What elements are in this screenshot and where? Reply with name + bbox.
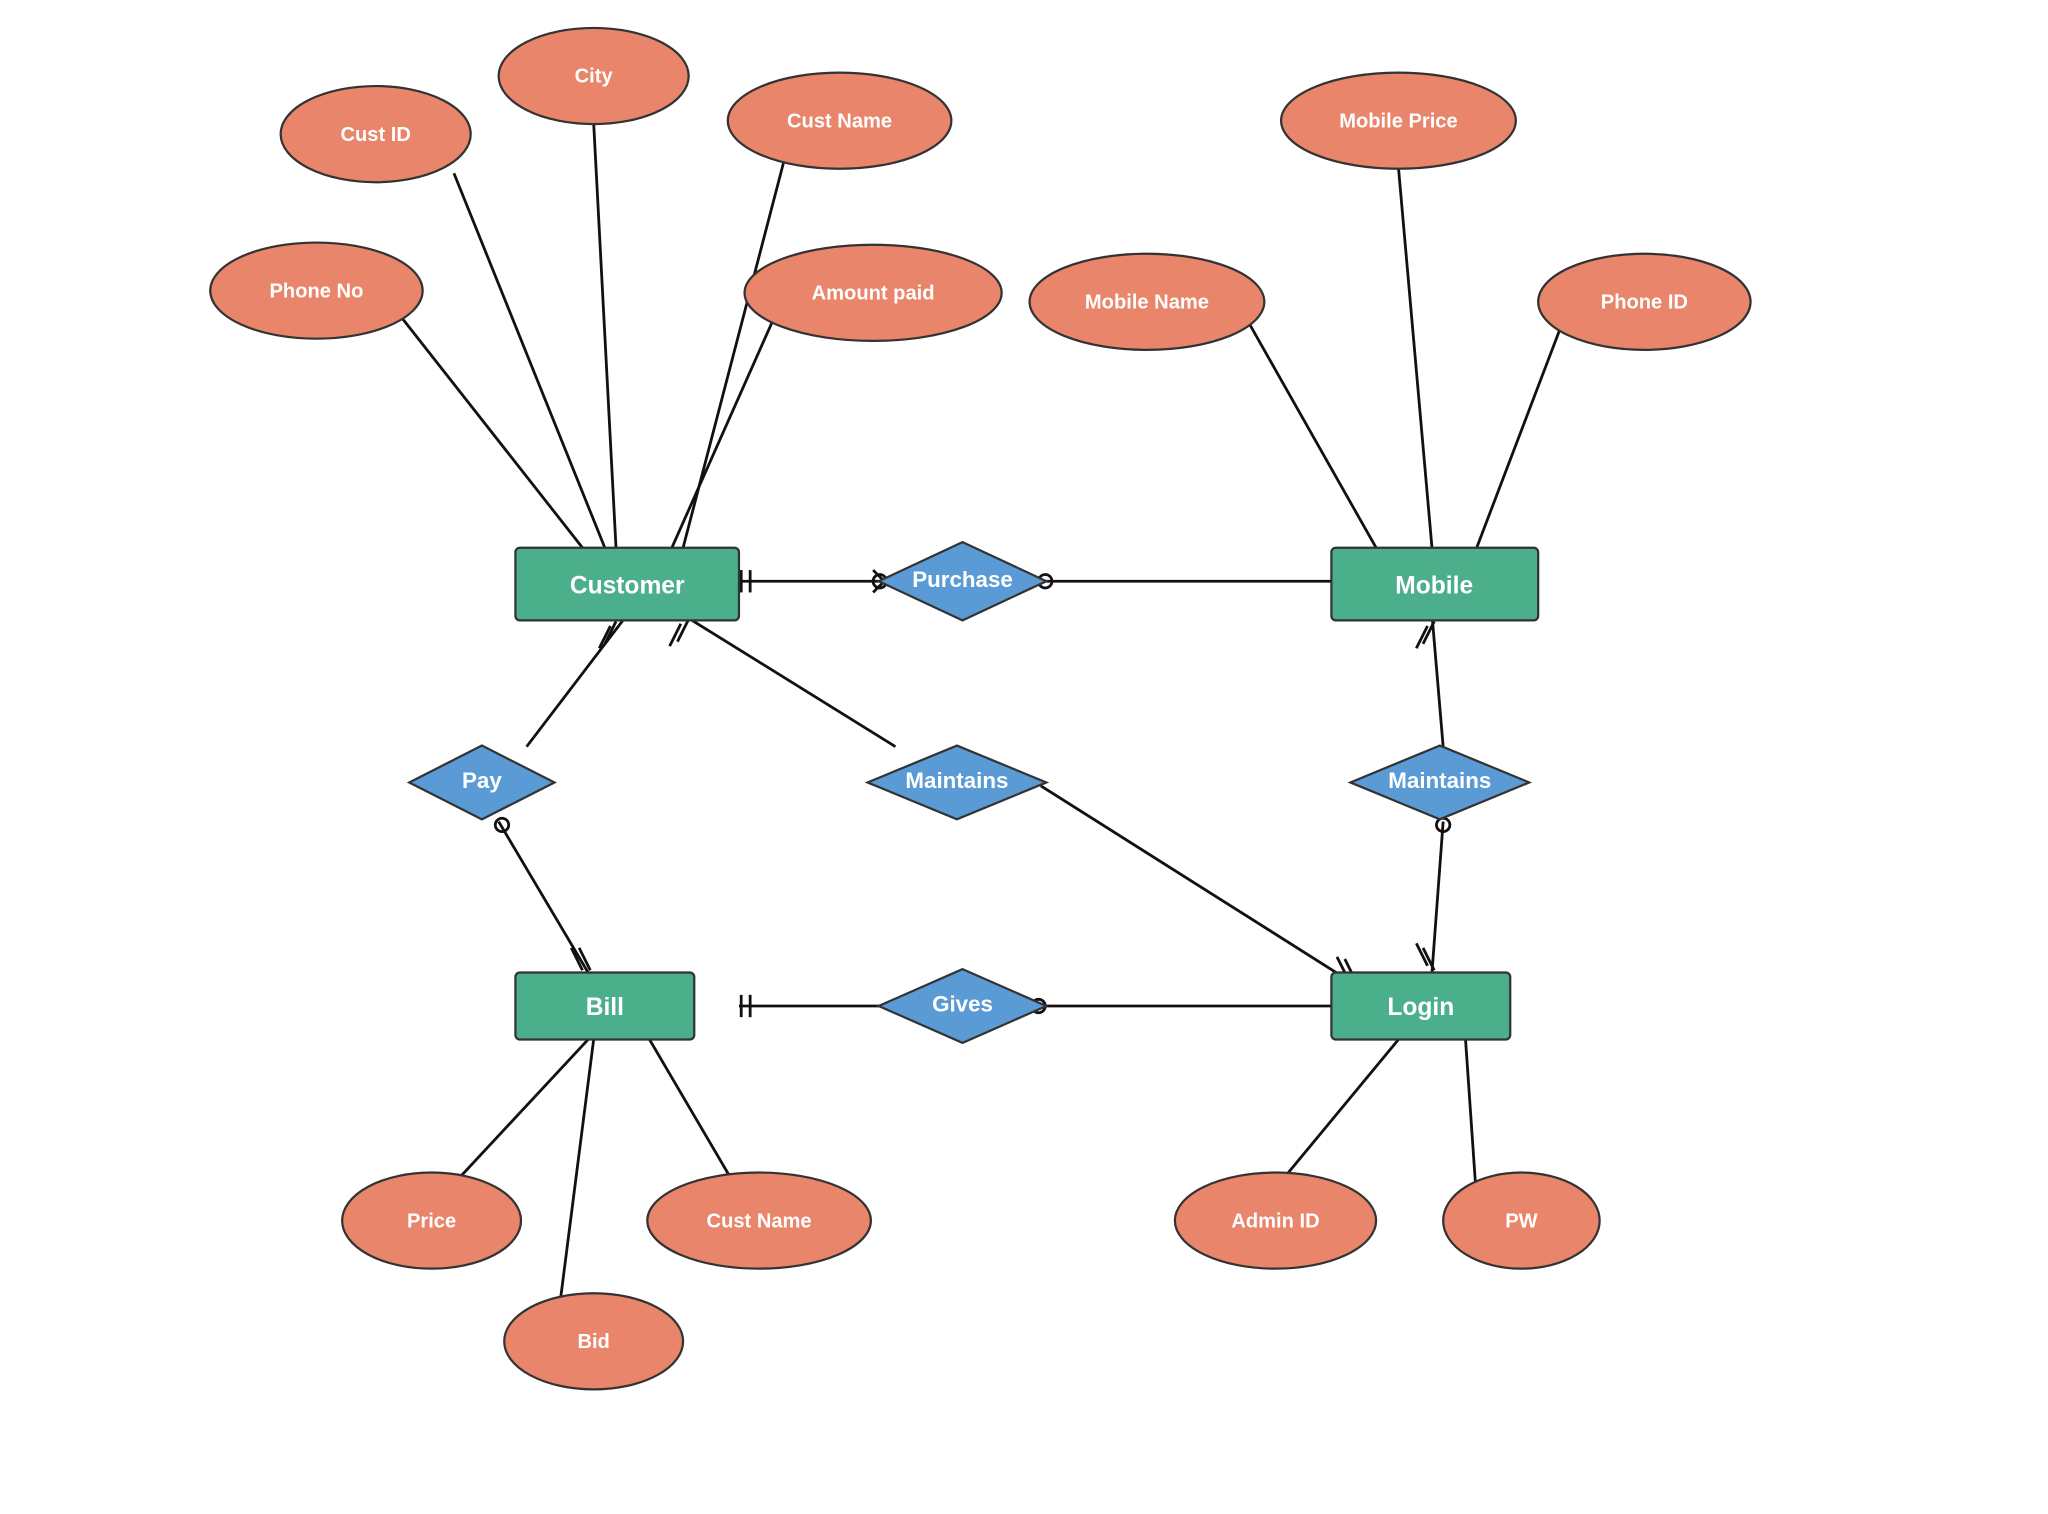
attr-mobile-price-label: Mobile Price xyxy=(1339,110,1457,132)
attr-cust-name-label: Cust Name xyxy=(787,110,892,132)
attr-admin-id-label: Admin ID xyxy=(1231,1210,1319,1232)
rel-pay-label: Pay xyxy=(462,768,502,793)
rel-purchase-label: Purchase xyxy=(912,567,1013,592)
attr-mobile-name-label: Mobile Name xyxy=(1085,292,1209,314)
attr-amount-paid-label: Amount paid xyxy=(812,283,935,305)
attr-bid-label: Bid xyxy=(577,1331,609,1353)
rel-maintains-left-label: Maintains xyxy=(905,768,1008,793)
entity-bill-label: Bill xyxy=(586,994,624,1021)
entity-customer-label: Customer xyxy=(570,573,685,600)
attr-pw-label: PW xyxy=(1505,1210,1537,1232)
rel-gives-label: Gives xyxy=(932,992,993,1017)
attr-cust-id-label: Cust ID xyxy=(340,124,410,146)
entity-login-label: Login xyxy=(1387,994,1454,1021)
entity-mobile-label: Mobile xyxy=(1395,573,1473,600)
attr-price-label: Price xyxy=(407,1210,456,1232)
rel-maintains-right-label: Maintains xyxy=(1388,768,1491,793)
attr-phone-id-label: Phone ID xyxy=(1601,292,1688,314)
attr-bill-cust-name-label: Cust Name xyxy=(707,1210,812,1232)
attr-city-label: City xyxy=(575,66,614,88)
attr-phone-no-label: Phone No xyxy=(270,280,364,302)
